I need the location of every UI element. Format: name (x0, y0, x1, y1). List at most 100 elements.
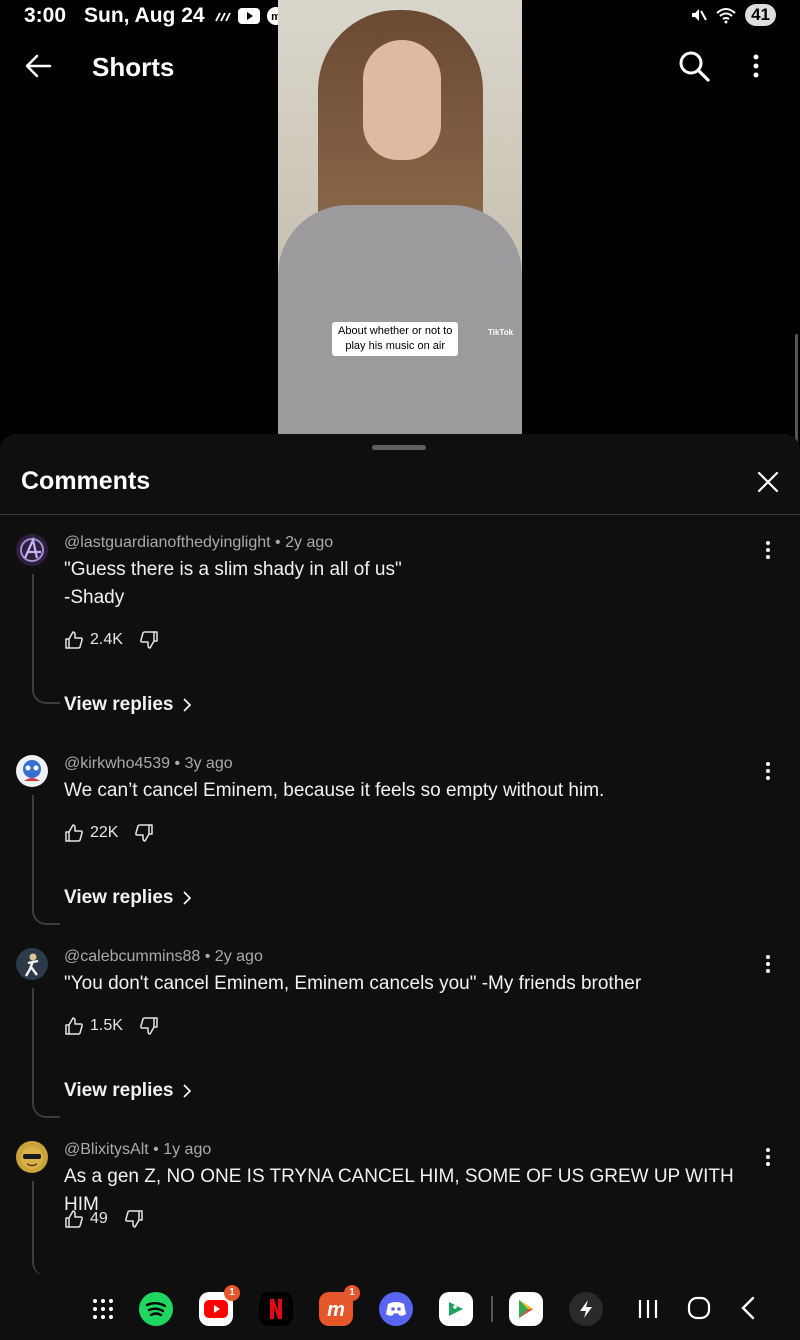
page-title: Shorts (92, 52, 175, 82)
comment-age: 2y ago (214, 948, 263, 965)
comment-actions: 22K (64, 823, 154, 843)
like-count: 22K (90, 824, 119, 841)
comment-text: We can’t cancel Eminem, because it feels… (64, 780, 605, 801)
comment-actions: 49 (64, 1209, 144, 1229)
app-drawer-icon[interactable] (86, 1292, 120, 1326)
back-arrow-icon[interactable] (22, 50, 54, 82)
thread-line (32, 1181, 60, 1276)
like-count: 2.4K (90, 631, 123, 648)
youtube-notification-icon (238, 8, 260, 24)
comment-meta: @BlixitysAlt • 1y ago (64, 1141, 212, 1158)
comment-text: As a gen Z, NO ONE IS TRYNA CANCEL HIM, … (64, 1166, 734, 1215)
comment-text: "Guess there is a slim shady in all of u… (64, 559, 402, 608)
avatar[interactable] (16, 534, 48, 566)
wifi-icon (716, 8, 736, 24)
thumbs-up-icon (65, 824, 83, 842)
chevron-right-icon (182, 698, 191, 712)
discord-icon[interactable] (379, 1292, 413, 1326)
chevron-right-icon (182, 891, 191, 905)
thumbs-up-icon (65, 631, 83, 649)
drag-handle[interactable] (372, 445, 426, 450)
comment-actions: 1.5K (64, 1016, 159, 1036)
comment-author[interactable]: @BlixitysAlt (64, 1141, 149, 1158)
like-button[interactable]: 22K (64, 823, 118, 843)
like-count: 1.5K (90, 1017, 123, 1034)
like-count: 49 (90, 1210, 108, 1227)
comment-author[interactable]: @lastguardianofthedyinglight (64, 534, 271, 551)
recent-apps-icon[interactable] (636, 1298, 660, 1320)
view-replies-label: View replies (64, 694, 174, 715)
view-replies-label: View replies (64, 1080, 174, 1101)
more-options-icon[interactable] (744, 50, 768, 82)
comment-age: 2y ago (285, 534, 334, 551)
thumbs-down-icon (140, 1017, 158, 1035)
video-person-shirt (278, 205, 522, 434)
view-replies-button[interactable]: View replies (64, 694, 192, 716)
tiktok-watermark: TikTok (488, 328, 514, 337)
view-replies-button[interactable]: View replies (64, 1080, 192, 1102)
thumbs-down-icon (135, 824, 154, 842)
comment-author[interactable]: @calebcummins88 (64, 948, 200, 965)
thumbs-up-icon (65, 1017, 83, 1035)
play-store-icon[interactable] (509, 1292, 543, 1326)
video-caption: About whether or not to play his music o… (332, 322, 459, 356)
comments-sheet: Comments @lastguardianofthedyinglight • … (0, 434, 800, 1340)
avatar-person-icon (24, 953, 39, 977)
status-time: 3:00 (24, 4, 67, 27)
dislike-button[interactable] (139, 1016, 159, 1036)
avatar[interactable] (16, 1141, 48, 1173)
like-button[interactable]: 1.5K (64, 1016, 123, 1036)
notification-badge: 1 (224, 1285, 240, 1301)
comment-text: "You don't cancel Eminem, Eminem cancels… (64, 973, 642, 994)
avatar[interactable] (16, 948, 48, 980)
notification-badge: 1 (344, 1285, 360, 1301)
mastodon-icon[interactable]: m 1 (319, 1285, 360, 1326)
comment-actions: 2.4K (64, 630, 159, 650)
comment-age: 3y ago (184, 755, 233, 772)
home-icon[interactable] (687, 1296, 711, 1320)
dislike-button[interactable] (134, 823, 154, 843)
view-replies-label: View replies (64, 887, 174, 908)
youtube-icon[interactable]: 1 (199, 1285, 240, 1326)
close-icon[interactable] (754, 468, 782, 496)
avengers-logo-icon (20, 536, 44, 562)
thumbs-down-icon (140, 631, 158, 649)
comment-meta: @calebcummins88 • 2y ago (64, 948, 263, 965)
taskbar-separator (491, 1296, 493, 1322)
system-icons: 41 (689, 4, 776, 26)
lightning-app-icon[interactable] (569, 1292, 603, 1326)
svg-text:m: m (327, 1299, 345, 1319)
avatar[interactable] (16, 755, 48, 787)
app-bar: Shorts (0, 40, 800, 96)
thread-line (32, 574, 60, 704)
notification-icons: m (214, 6, 286, 26)
like-button[interactable]: 49 (64, 1209, 108, 1229)
spotify-icon[interactable] (139, 1292, 173, 1326)
avatar-face-icon (21, 1147, 43, 1169)
dislike-button[interactable] (124, 1209, 144, 1229)
comment-author[interactable]: @kirkwho4539 (64, 755, 170, 772)
taskbar: 1 m 1 (0, 1280, 800, 1340)
thumbs-up-icon (65, 1210, 83, 1228)
thumbs-down-icon (124, 1210, 143, 1228)
comment-meta: @kirkwho4539 • 3y ago (64, 755, 233, 772)
netflix-icon[interactable] (259, 1292, 293, 1326)
thread-line (32, 795, 60, 925)
back-nav-icon[interactable] (738, 1296, 758, 1320)
avatar-character-icon (23, 760, 41, 781)
comment-meta: @lastguardianofthedyinglight • 2y ago (64, 534, 334, 551)
play-games-icon[interactable] (439, 1292, 473, 1326)
divider (0, 514, 800, 515)
mute-icon (692, 9, 707, 21)
view-replies-button[interactable]: View replies (64, 887, 192, 909)
signal-lines-icon (215, 12, 231, 22)
search-icon[interactable] (676, 48, 712, 84)
like-button[interactable]: 2.4K (64, 630, 123, 650)
status-date: Sun, Aug 24 (84, 4, 205, 27)
comment-age: 1y ago (163, 1141, 212, 1158)
thread-line (32, 988, 60, 1118)
battery-indicator: 41 (745, 4, 776, 26)
comments-title: Comments (21, 467, 151, 495)
chevron-right-icon (182, 1084, 191, 1098)
dislike-button[interactable] (139, 630, 159, 650)
